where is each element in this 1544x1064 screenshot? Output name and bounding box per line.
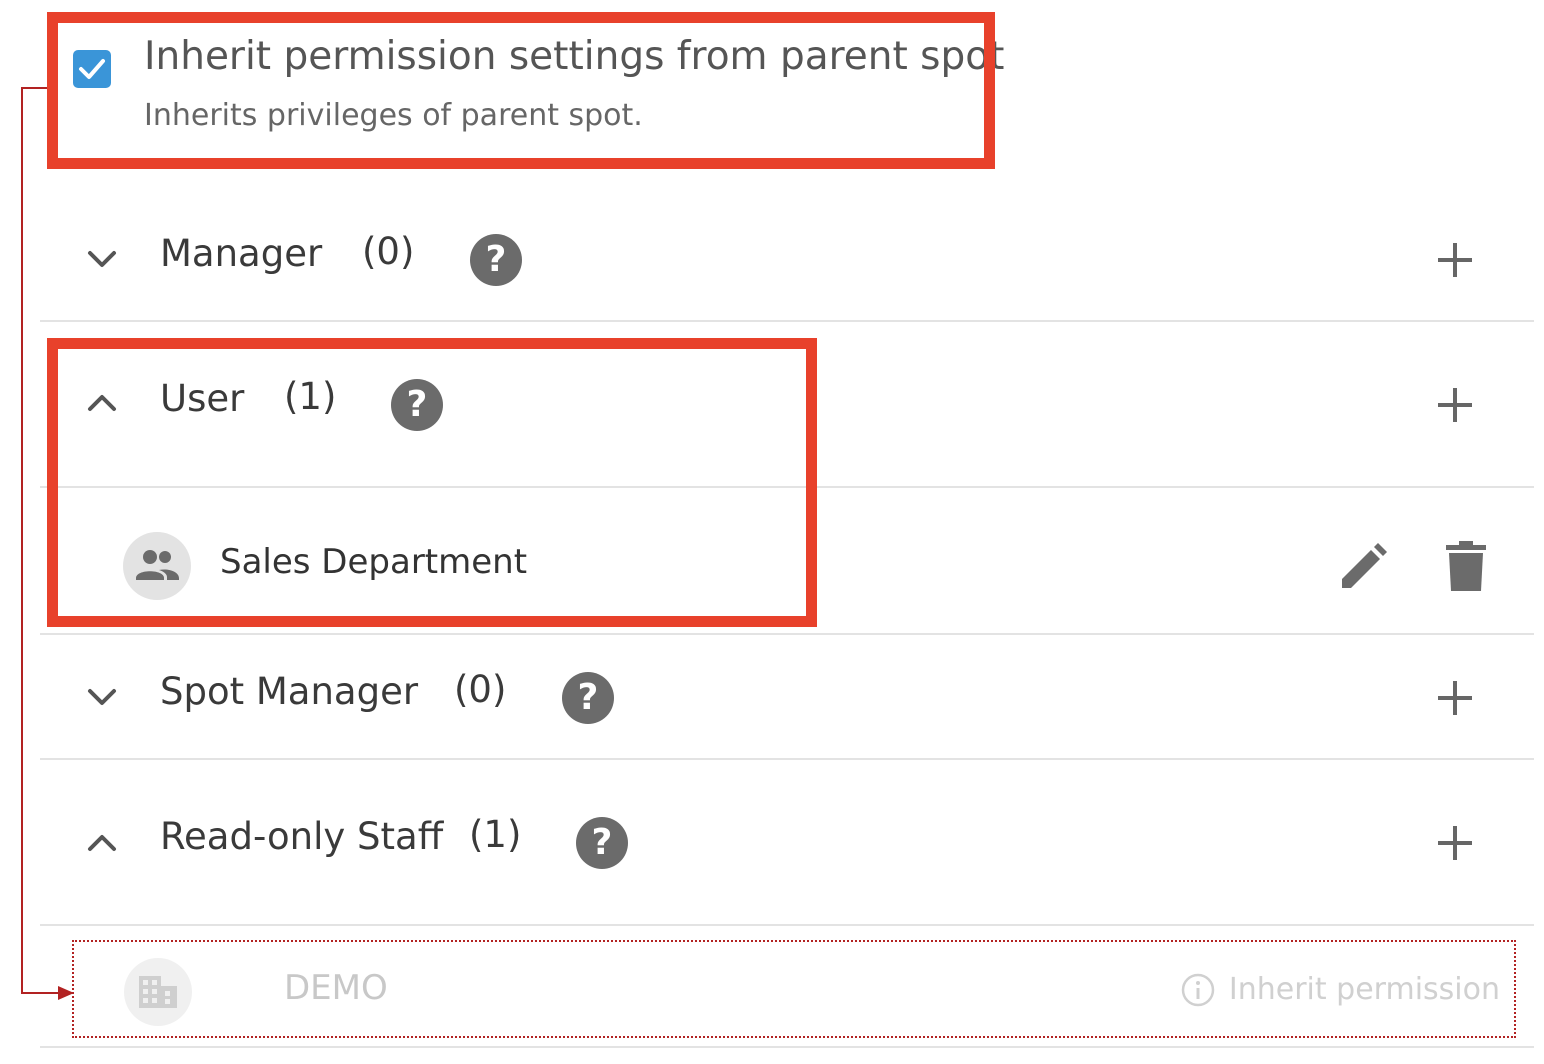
checkmark-icon <box>79 59 105 79</box>
chevron-down-icon[interactable] <box>85 680 119 714</box>
building-avatar <box>124 958 192 1026</box>
divider <box>40 486 1534 488</box>
member-row: Sales Department <box>40 490 1534 632</box>
group-icon <box>136 550 179 580</box>
member-name: Sales Department <box>220 542 528 582</box>
role-label: User <box>160 377 245 420</box>
divider <box>40 320 1534 322</box>
inherit-permission-title: Inherit permission settings from parent … <box>144 34 1005 79</box>
inherit-permission-text: Inherit permission <box>1228 972 1500 1007</box>
info-icon <box>1181 973 1215 1006</box>
chevron-up-icon[interactable] <box>85 386 119 420</box>
divider <box>40 924 1534 926</box>
help-icon[interactable]: ? <box>470 234 522 286</box>
edit-pencil-icon[interactable] <box>1338 542 1388 592</box>
add-member-button[interactable] <box>1435 385 1475 425</box>
group-avatar <box>123 532 191 600</box>
help-icon[interactable]: ? <box>562 672 614 724</box>
role-label: Spot Manager <box>160 670 419 713</box>
member-name: DEMO <box>284 968 388 1008</box>
chevron-down-icon[interactable] <box>85 242 119 276</box>
role-count: (1) <box>469 813 522 856</box>
role-row-manager: Manager (0) ? <box>40 200 1534 320</box>
role-row-read-only-staff: Read-only Staff (1) ? <box>40 762 1534 922</box>
chevron-up-icon[interactable] <box>85 826 119 860</box>
add-member-button[interactable] <box>1435 240 1475 280</box>
divider <box>40 1046 1534 1048</box>
divider <box>40 758 1534 760</box>
role-label: Manager <box>160 232 323 275</box>
role-row-user: User (1) ? <box>40 340 1534 486</box>
trash-icon[interactable] <box>1444 540 1488 592</box>
inherit-permission-description: Inherits privileges of parent spot. <box>144 98 643 133</box>
add-member-button[interactable] <box>1435 823 1475 863</box>
add-member-button[interactable] <box>1435 678 1475 718</box>
role-label: Read-only Staff <box>160 815 444 858</box>
role-row-spot-manager: Spot Manager (0) ? <box>40 636 1534 758</box>
role-count: (0) <box>362 230 415 273</box>
divider <box>40 633 1534 635</box>
building-icon <box>139 976 177 1008</box>
inherit-permission-checkbox[interactable] <box>73 50 111 88</box>
role-count: (1) <box>284 375 337 418</box>
inherit-permission-option[interactable]: Inherit permission settings from parent … <box>60 20 1004 160</box>
help-icon[interactable]: ? <box>391 379 443 431</box>
inherited-member-row: DEMO Inherit permission <box>72 940 1516 1038</box>
role-count: (0) <box>454 668 507 711</box>
help-icon[interactable]: ? <box>576 817 628 869</box>
inherit-permission-note: Inherit permission <box>1181 972 1500 1007</box>
